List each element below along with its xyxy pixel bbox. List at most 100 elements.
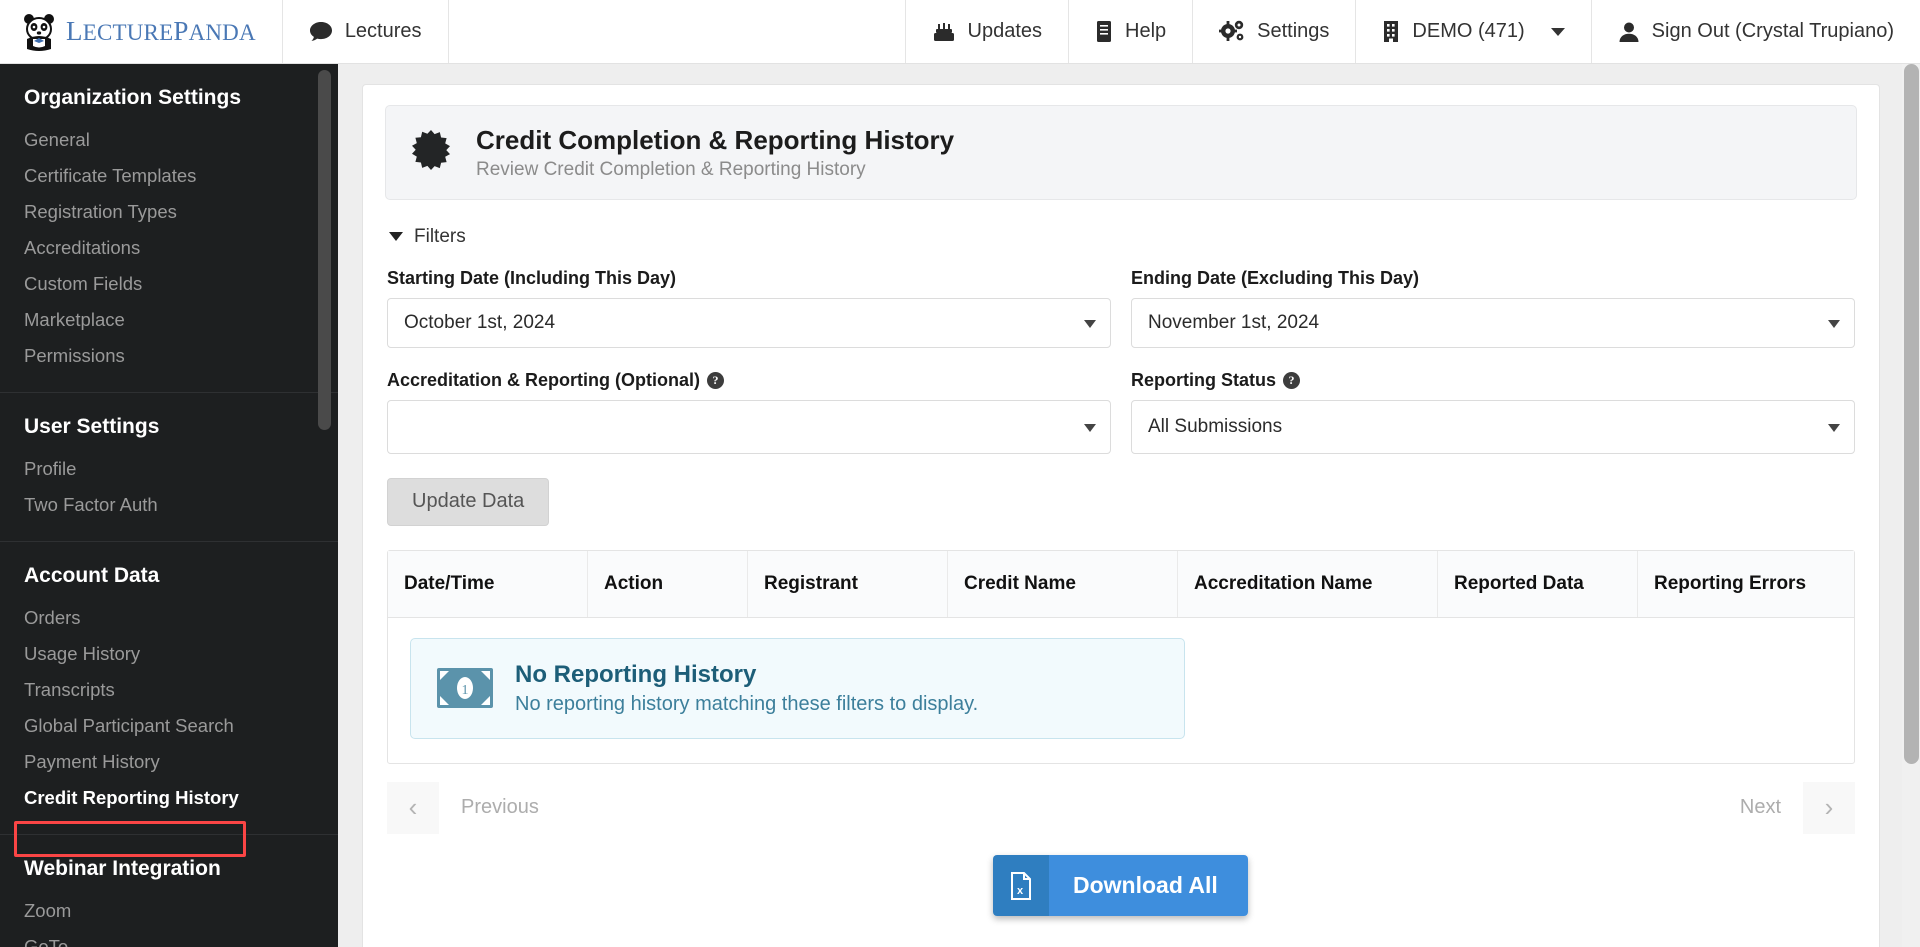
download-all-label: Download All — [1049, 855, 1248, 916]
sidebar-item-zoom[interactable]: Zoom — [0, 893, 338, 929]
sidebar-heading-organization-settings: Organization Settings — [24, 86, 242, 109]
excel-file-icon: x — [993, 855, 1049, 916]
updates-icon — [932, 21, 956, 43]
table-body: 1 No Reporting History No reporting hist… — [388, 618, 1854, 763]
app-root: LECTUREPANDA Lectures Updates Help Setti… — [0, 0, 1920, 947]
sidebar: Organization Settings General Certificat… — [0, 64, 338, 947]
field-accreditation-reporting: Accreditation & Reporting (Optional) ? — [387, 370, 1111, 454]
main-content: Credit Completion & Reporting History Re… — [338, 64, 1904, 947]
nav-help-label: Help — [1125, 20, 1167, 42]
nav-sign-out[interactable]: Sign Out (Crystal Trupiano) — [1592, 0, 1920, 63]
sidebar-item-general[interactable]: General — [0, 122, 338, 158]
brand-logo[interactable]: LECTUREPANDA — [0, 0, 283, 63]
chevron-down-icon[interactable] — [1550, 27, 1565, 36]
accreditation-select[interactable] — [387, 399, 1111, 454]
certificate-seal-icon — [408, 129, 454, 175]
ending-date-select[interactable]: November 1st, 2024 — [1131, 297, 1855, 348]
pagination-next-group[interactable]: Next › — [1718, 781, 1855, 834]
nav-lectures[interactable]: Lectures — [283, 0, 449, 63]
page-header: Credit Completion & Reporting History Re… — [385, 105, 1857, 200]
sidebar-item-usage-history[interactable]: Usage History — [0, 636, 338, 672]
sidebar-heading-user-settings: User Settings — [24, 415, 160, 438]
sidebar-item-accreditations[interactable]: Accreditations — [0, 230, 338, 266]
sidebar-item-goto[interactable]: GoTo — [0, 929, 338, 947]
book-icon — [1095, 20, 1113, 43]
sidebar-content: Organization Settings General Certificat… — [0, 64, 338, 947]
sidebar-group-account-data: Account Data Orders Usage History Transc… — [0, 542, 338, 835]
sidebar-item-credit-reporting-history[interactable]: Credit Reporting History — [0, 780, 338, 816]
accreditation-label: Accreditation & Reporting (Optional) — [387, 369, 700, 390]
pagination-previous-label[interactable]: Previous — [439, 796, 561, 819]
field-starting-date: Starting Date (Including This Day) Octob… — [387, 268, 1111, 348]
field-ending-date: Ending Date (Excluding This Day) Novembe… — [1131, 268, 1855, 348]
sidebar-item-certificate-templates[interactable]: Certificate Templates — [0, 158, 338, 194]
nav-lectures-label: Lectures — [344, 20, 422, 42]
sidebar-item-profile[interactable]: Profile — [0, 451, 338, 487]
page-subtitle: Review Credit Completion & Reporting His… — [476, 158, 866, 180]
reporting-status-label-row: Reporting Status ? — [1131, 370, 1855, 391]
chevron-down-icon — [389, 232, 403, 241]
nav-sign-out-label: Sign Out (Crystal Trupiano) — [1651, 20, 1894, 42]
sidebar-item-payment-history[interactable]: Payment History — [0, 744, 338, 780]
column-header-action: Action — [588, 550, 748, 617]
filters-toggle[interactable]: Filters — [389, 226, 1853, 248]
pagination: ‹ Previous Next › — [387, 781, 1855, 860]
column-header-date-time: Date/Time — [388, 550, 588, 617]
help-icon[interactable]: ? — [1283, 371, 1301, 389]
pagination-next-label[interactable]: Next — [1718, 796, 1803, 819]
sidebar-group-webinar-integration: Webinar Integration Zoom GoTo — [0, 835, 338, 947]
sidebar-group-organization-settings: Organization Settings General Certificat… — [0, 64, 338, 393]
starting-date-label: Starting Date (Including This Day) — [387, 267, 677, 288]
reporting-status-value: All Submissions — [1148, 415, 1283, 437]
pagination-previous-group[interactable]: ‹ Previous — [387, 781, 561, 834]
nav-updates[interactable]: Updates — [906, 0, 1070, 63]
top-navigation-bar: LECTUREPANDA Lectures Updates Help Setti… — [0, 0, 1920, 64]
column-header-reported-data: Reported Data — [1438, 550, 1638, 617]
chevron-right-icon[interactable]: › — [1803, 781, 1855, 834]
help-icon[interactable]: ? — [707, 371, 724, 389]
speech-bubble-icon — [309, 21, 333, 43]
ending-date-value: November 1st, 2024 — [1148, 311, 1320, 333]
chevron-left-icon[interactable]: ‹ — [387, 781, 439, 834]
sidebar-scrollbar-thumb[interactable] — [318, 70, 331, 430]
column-header-accreditation-name: Accreditation Name — [1178, 550, 1438, 617]
table-header-row: Date/Time Action Registrant Credit Name … — [388, 550, 1854, 618]
page-scrollbar-thumb[interactable] — [1904, 64, 1919, 764]
sidebar-item-two-factor-auth[interactable]: Two Factor Auth — [0, 487, 338, 523]
sidebar-group-user-settings: User Settings Profile Two Factor Auth — [0, 393, 338, 542]
column-header-credit-name: Credit Name — [948, 550, 1178, 617]
sidebar-item-global-participant-search[interactable]: Global Participant Search — [0, 708, 338, 744]
starting-date-select[interactable]: October 1st, 2024 — [387, 297, 1111, 348]
nav-organization-selector[interactable]: DEMO (471) — [1356, 0, 1592, 63]
nav-help[interactable]: Help — [1069, 0, 1194, 63]
page-header-text: Credit Completion & Reporting History Re… — [476, 124, 954, 181]
chevron-down-icon — [1084, 423, 1096, 432]
empty-state-title: No Reporting History — [515, 660, 757, 688]
field-reporting-status: Reporting Status ? All Submissions — [1131, 370, 1855, 454]
column-header-reporting-errors: Reporting Errors — [1654, 572, 1807, 594]
filters-grid: Starting Date (Including This Day) Octob… — [385, 268, 1857, 476]
sidebar-item-marketplace[interactable]: Marketplace — [0, 302, 338, 338]
svg-text:1: 1 — [462, 683, 469, 698]
download-all-button[interactable]: x Download All — [993, 855, 1248, 916]
building-icon — [1382, 20, 1400, 43]
sidebar-item-permissions[interactable]: Permissions — [0, 338, 338, 374]
nav-spacer — [449, 0, 906, 63]
reporting-status-label: Reporting Status — [1131, 369, 1277, 390]
reporting-status-select[interactable]: All Submissions — [1131, 399, 1855, 454]
sidebar-heading-webinar-integration: Webinar Integration — [24, 857, 221, 880]
starting-date-value: October 1st, 2024 — [404, 311, 556, 333]
update-data-button[interactable]: Update Data — [387, 477, 550, 526]
sidebar-item-registration-types[interactable]: Registration Types — [0, 194, 338, 230]
empty-state-description: No reporting history matching these filt… — [515, 692, 979, 715]
nav-updates-label: Updates — [967, 20, 1043, 42]
nav-settings[interactable]: Settings — [1193, 0, 1357, 63]
sidebar-item-orders[interactable]: Orders — [0, 600, 338, 636]
sidebar-item-transcripts[interactable]: Transcripts — [0, 672, 338, 708]
sidebar-item-custom-fields[interactable]: Custom Fields — [0, 266, 338, 302]
reporting-history-table: Date/Time Action Registrant Credit Name … — [387, 549, 1855, 764]
brand-name: LECTUREPANDA — [66, 16, 256, 46]
chevron-down-icon — [1828, 423, 1840, 432]
accreditation-label-row: Accreditation & Reporting (Optional) ? — [387, 370, 1111, 391]
column-header-registrant: Registrant — [748, 550, 948, 617]
